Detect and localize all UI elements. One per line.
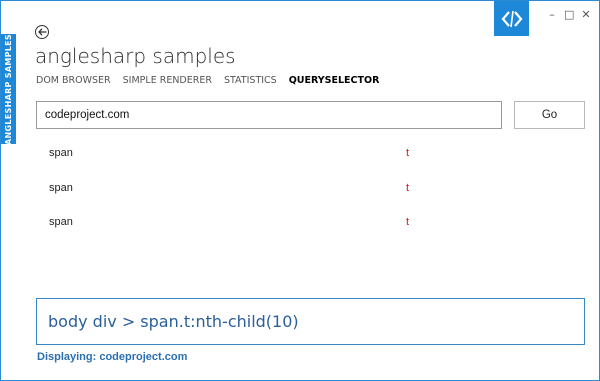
result-text: t: [406, 216, 410, 228]
list-item[interactable]: span t: [49, 180, 569, 215]
window-controls: – □ ✕: [547, 9, 591, 21]
result-text: t: [406, 181, 410, 194]
side-tab-label: ANGLESHARP SAMPLES: [4, 33, 14, 145]
go-button[interactable]: Go: [514, 101, 585, 129]
app-logo: [494, 1, 529, 36]
list-item[interactable]: span t: [49, 214, 569, 249]
app-window: ANGLESHARP SAMPLES – □ ✕ anglesharp samp…: [0, 0, 600, 381]
list-item[interactable]: span t: [49, 145, 569, 180]
side-tab[interactable]: ANGLESHARP SAMPLES: [1, 34, 16, 144]
tab-dom-browser[interactable]: DOM BROWSER: [36, 75, 111, 86]
tab-statistics[interactable]: STATISTICS: [224, 75, 277, 86]
tab-simple-renderer[interactable]: SIMPLE RENDERER: [123, 75, 212, 86]
close-button[interactable]: ✕: [581, 9, 591, 21]
nav-tabs: DOM BROWSER SIMPLE RENDERER STATISTICS Q…: [36, 75, 379, 86]
tab-queryselector[interactable]: QUERYSELECTOR: [289, 75, 380, 86]
result-tag: span: [49, 216, 73, 228]
query-input[interactable]: [36, 298, 585, 345]
minimize-button[interactable]: –: [547, 9, 557, 21]
page-title: anglesharp samples: [35, 44, 236, 68]
result-tag: span: [49, 147, 73, 159]
status-text: Displaying: codeproject.com: [37, 351, 188, 363]
result-tag: span: [49, 181, 73, 194]
url-input[interactable]: [36, 101, 502, 129]
maximize-button[interactable]: □: [564, 9, 574, 21]
back-button[interactable]: [35, 25, 49, 39]
result-text: t: [406, 147, 410, 159]
arrow-left-icon: [37, 28, 46, 36]
code-chevrons-icon: [501, 10, 522, 27]
results-list: span t span t span t: [49, 145, 569, 249]
